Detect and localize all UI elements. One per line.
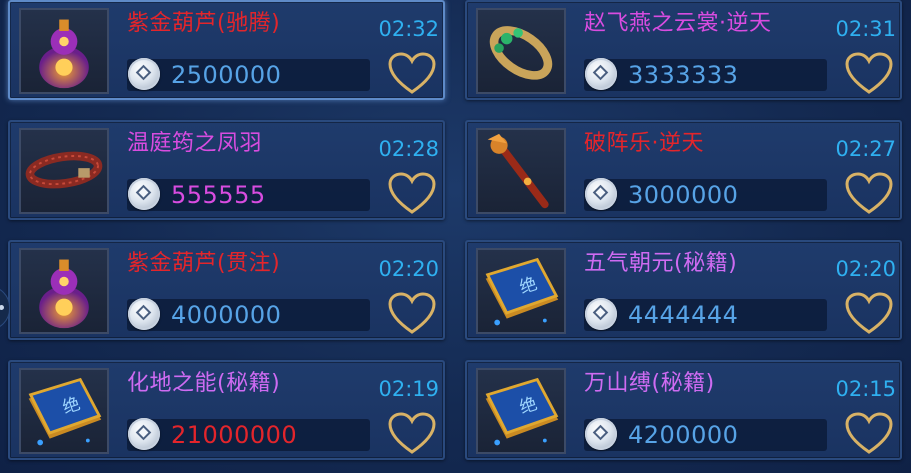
listing-card[interactable]: 温庭筠之凤羽 555555 02:28 bbox=[8, 120, 445, 220]
favorite-heart-button[interactable] bbox=[387, 412, 437, 456]
favorite-heart-button[interactable] bbox=[844, 172, 894, 216]
item-price: 555555 bbox=[171, 181, 266, 209]
item-price: 3000000 bbox=[628, 181, 739, 209]
countdown-timer: 02:31 bbox=[835, 17, 896, 41]
silver-coin-icon bbox=[128, 58, 160, 90]
item-thumbnail: 绝 bbox=[19, 368, 109, 454]
silver-coin-icon bbox=[585, 178, 617, 210]
price-bar: 555555 bbox=[127, 178, 370, 211]
item-price: 4000000 bbox=[171, 301, 282, 329]
price-bar: 21000000 bbox=[127, 418, 370, 451]
item-thumbnail bbox=[476, 128, 566, 214]
heart-icon bbox=[387, 52, 437, 96]
listing-card[interactable]: 绝 万山缚(秘籍) 4200000 02:15 bbox=[465, 360, 902, 460]
secret-book-icon: 绝 bbox=[478, 250, 564, 332]
item-price: 21000000 bbox=[171, 421, 298, 449]
item-price: 3333333 bbox=[628, 61, 739, 89]
item-price: 4444444 bbox=[628, 301, 739, 329]
item-thumbnail: 绝 bbox=[476, 368, 566, 454]
silver-coin-icon bbox=[585, 418, 617, 450]
favorite-heart-button[interactable] bbox=[387, 172, 437, 216]
price-bar: 2500000 bbox=[127, 58, 370, 91]
price-bar: 3333333 bbox=[584, 58, 827, 91]
silver-coin-icon bbox=[128, 418, 160, 450]
item-thumbnail bbox=[19, 8, 109, 94]
item-thumbnail bbox=[476, 8, 566, 94]
purple-gourd-icon bbox=[21, 10, 107, 92]
item-name: 温庭筠之凤羽 bbox=[127, 131, 263, 156]
secret-book-icon: 绝 bbox=[21, 370, 107, 452]
silver-coin-icon bbox=[585, 298, 617, 330]
countdown-timer: 02:20 bbox=[378, 257, 439, 281]
heart-icon bbox=[844, 292, 894, 336]
silver-coin-icon bbox=[585, 58, 617, 90]
listing-card[interactable]: 绝 化地之能(秘籍) 21000000 02:19 bbox=[8, 360, 445, 460]
listing-card[interactable]: 绝 五气朝元(秘籍) 4444444 02:20 bbox=[465, 240, 902, 340]
listing-card[interactable]: 破阵乐·逆天 3000000 02:27 bbox=[465, 120, 902, 220]
listing-card[interactable]: 紫金葫芦(驰腾) 2500000 02:32 bbox=[8, 0, 445, 100]
countdown-timer: 02:15 bbox=[835, 377, 896, 401]
price-bar: 4000000 bbox=[127, 298, 370, 331]
item-name: 万山缚(秘籍) bbox=[584, 371, 715, 396]
heart-icon bbox=[387, 412, 437, 456]
heart-icon bbox=[844, 52, 894, 96]
item-name: 化地之能(秘籍) bbox=[127, 371, 281, 396]
heart-icon bbox=[387, 172, 437, 216]
item-thumbnail bbox=[19, 248, 109, 334]
item-thumbnail: 绝 bbox=[476, 248, 566, 334]
heart-icon bbox=[844, 172, 894, 216]
item-price: 4200000 bbox=[628, 421, 739, 449]
item-name: 紫金葫芦(贯注) bbox=[127, 251, 281, 276]
price-bar: 4200000 bbox=[584, 418, 827, 451]
purple-gourd-icon bbox=[21, 250, 107, 332]
listing-card[interactable]: 紫金葫芦(贯注) 4000000 02:20 bbox=[8, 240, 445, 340]
jade-bangle-icon bbox=[478, 10, 564, 92]
countdown-timer: 02:32 bbox=[378, 17, 439, 41]
item-thumbnail bbox=[19, 128, 109, 214]
secret-book-icon: 绝 bbox=[478, 370, 564, 452]
heart-icon bbox=[387, 292, 437, 336]
favorite-heart-button[interactable] bbox=[844, 412, 894, 456]
item-name: 五气朝元(秘籍) bbox=[584, 251, 738, 276]
silver-coin-icon bbox=[128, 298, 160, 330]
favorite-heart-button[interactable] bbox=[844, 292, 894, 336]
favorite-heart-button[interactable] bbox=[387, 292, 437, 336]
price-bar: 3000000 bbox=[584, 178, 827, 211]
favorite-heart-button[interactable] bbox=[387, 52, 437, 96]
heart-icon bbox=[844, 412, 894, 456]
favorite-heart-button[interactable] bbox=[844, 52, 894, 96]
countdown-timer: 02:20 bbox=[835, 257, 896, 281]
countdown-timer: 02:28 bbox=[378, 137, 439, 161]
item-name: 紫金葫芦(驰腾) bbox=[127, 11, 281, 36]
dragon-staff-icon bbox=[478, 130, 564, 212]
item-name: 赵飞燕之云裳·逆天 bbox=[584, 11, 772, 36]
market-listing-grid: 紫金葫芦(驰腾) 2500000 02:32 赵飞燕之云裳·逆天 3333333… bbox=[0, 0, 911, 473]
countdown-timer: 02:27 bbox=[835, 137, 896, 161]
leather-belt-icon bbox=[21, 130, 107, 212]
silver-coin-icon bbox=[128, 178, 160, 210]
item-name: 破阵乐·逆天 bbox=[584, 131, 704, 156]
item-price: 2500000 bbox=[171, 61, 282, 89]
countdown-timer: 02:19 bbox=[378, 377, 439, 401]
price-bar: 4444444 bbox=[584, 298, 827, 331]
listing-card[interactable]: 赵飞燕之云裳·逆天 3333333 02:31 bbox=[465, 0, 902, 100]
